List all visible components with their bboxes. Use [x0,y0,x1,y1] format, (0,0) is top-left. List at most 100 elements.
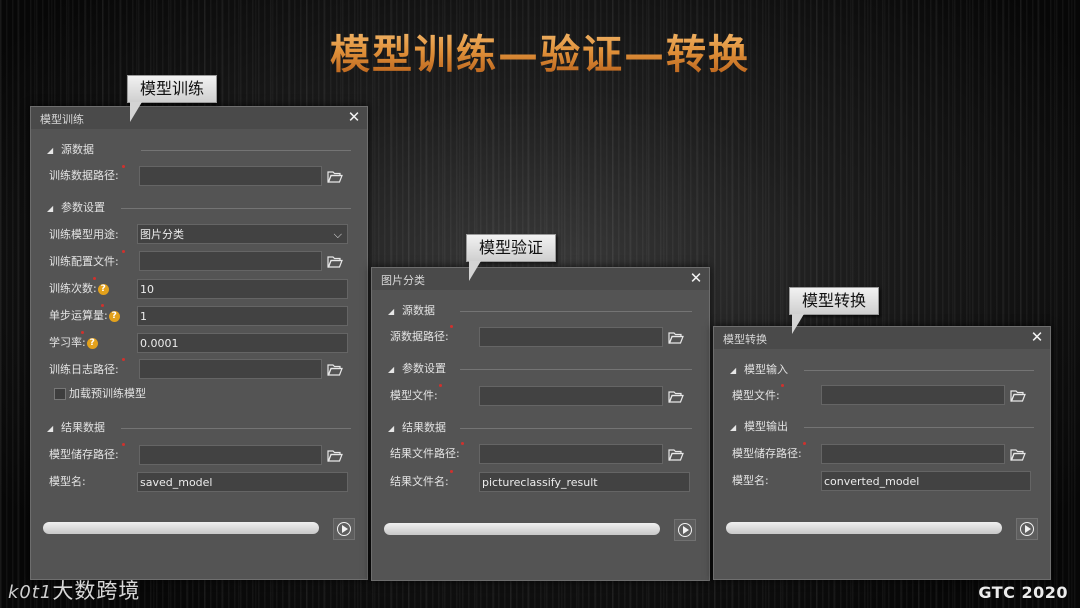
validate-dialog-titlebar: 图片分类 ✕ [372,268,709,290]
watermark-text: 大数跨境 [52,579,141,603]
play-icon [683,526,689,534]
folder-open-icon[interactable] [1010,389,1026,403]
section-divider [121,428,351,429]
question-circle-icon[interactable]: ? [97,283,109,295]
close-icon[interactable]: ✕ [687,269,705,287]
question-circle-icon[interactable]: ? [86,337,98,349]
section-divider [460,369,692,370]
required-mark [781,384,784,387]
gtc-logo: GTC 2020 [978,583,1068,602]
triangle-down-icon: ◢ [47,146,54,155]
section-divider [804,427,1034,428]
section-output[interactable]: ◢ 模型输出 [730,420,788,434]
run-button[interactable] [674,519,696,541]
save-path-label: 模型储存路径: [732,447,802,460]
watermark-mark: k0t1 [8,582,53,603]
folder-open-icon[interactable] [327,255,343,269]
folder-open-icon[interactable] [1010,448,1026,462]
question-circle-icon[interactable]: ? [108,310,120,322]
log-path-input[interactable] [139,359,322,379]
section-label: 源数据 [61,143,94,156]
lr-label-text: 学习率: [49,336,86,349]
model-file-label: 模型文件: [732,389,780,402]
source-path-input[interactable] [479,327,663,347]
section-input[interactable]: ◢ 模型输入 [730,363,788,377]
required-mark [101,304,104,307]
config-file-input[interactable] [139,251,322,271]
validate-dialog-title: 图片分类 [381,274,425,287]
triangle-down-icon: ◢ [730,366,737,375]
folder-open-icon[interactable] [668,331,684,345]
folder-open-icon[interactable] [327,170,343,184]
section-result[interactable]: ◢ 结果数据 [388,421,446,435]
folder-open-icon[interactable] [668,448,684,462]
callout-tail [792,314,804,334]
section-label: 模型输入 [744,363,788,376]
triangle-down-icon: ◢ [388,307,395,316]
footer-watermark: k0t1大数跨境 [8,575,140,605]
model-file-input[interactable] [479,386,663,406]
triangle-down-icon: ◢ [388,424,395,433]
triangle-down-icon: ◢ [388,365,395,374]
triangle-down-icon: ◢ [730,423,737,432]
folder-open-icon[interactable] [327,363,343,377]
result-name-input[interactable]: pictureclassify_result [479,472,690,492]
required-mark [122,165,125,168]
model-name-input[interactable]: saved_model [137,472,348,492]
batch-label-text: 单步运算量: [49,309,108,322]
save-path-label: 模型储存路径: [49,448,119,461]
callout-tail [130,102,142,122]
save-path-input[interactable] [821,444,1005,464]
epochs-input[interactable]: 10 [137,279,348,299]
section-label: 参数设置 [402,362,446,375]
section-divider [804,370,1034,371]
convert-dialog-titlebar: 模型转换 ✕ [714,327,1050,349]
convert-dialog: 模型转换 ✕ ◢ 模型输入 模型文件: ◢ 模型输出 模型储存路径: 模型名: co… [713,326,1051,580]
close-icon[interactable]: ✕ [345,108,363,126]
run-button[interactable] [1016,518,1038,540]
section-divider [460,311,692,312]
save-path-input[interactable] [139,445,322,465]
progress-bar [384,523,660,535]
callout-convert: 模型转换 [789,287,880,334]
section-result[interactable]: ◢ 结果数据 [47,421,105,435]
section-label: 源数据 [402,304,435,317]
required-mark [439,384,442,387]
log-path-label: 训练日志路径: [49,363,119,376]
source-path-label: 源数据路径: [390,330,449,343]
model-name-input[interactable]: converted_model [821,471,1031,491]
section-params[interactable]: ◢ 参数设置 [388,362,446,376]
section-divider [121,208,351,209]
callout-validate: 模型验证 [466,234,557,281]
required-mark [803,442,806,445]
result-path-input[interactable] [479,444,663,464]
required-mark [450,325,453,328]
callout-tail [469,261,481,281]
folder-open-icon[interactable] [327,449,343,463]
epochs-label-text: 训练次数: [49,282,97,295]
close-icon[interactable]: ✕ [1028,328,1046,346]
purpose-select[interactable]: 图片分类 ⌵ [137,224,348,244]
pretrained-checkbox[interactable] [54,388,66,400]
run-button[interactable] [333,518,355,540]
section-params[interactable]: ◢ 参数设置 [47,201,105,215]
model-file-input[interactable] [821,385,1005,405]
batch-label: 单步运算量:? [49,305,120,327]
lr-label: 学习率:? [49,332,98,354]
section-source[interactable]: ◢ 源数据 [47,143,94,157]
result-path-label: 结果文件路径: [390,447,460,460]
section-label: 结果数据 [61,421,105,434]
lr-input[interactable]: 0.0001 [137,333,348,353]
epochs-label: 训练次数:? [49,278,109,300]
purpose-label: 训练模型用途: [49,228,119,241]
triangle-down-icon: ◢ [47,204,54,213]
folder-open-icon[interactable] [668,390,684,404]
train-data-path-input[interactable] [139,166,322,186]
result-name-label: 结果文件名: [390,475,449,488]
callout-label: 模型转换 [802,291,867,310]
batch-input[interactable]: 1 [137,306,348,326]
model-name-label: 模型名: [732,474,769,487]
callout-label: 模型验证 [479,238,544,257]
section-source[interactable]: ◢ 源数据 [388,304,435,318]
validate-dialog: 图片分类 ✕ ◢ 源数据 源数据路径: ◢ 参数设置 模型文件: ◢ 结果数据 结果文… [371,267,710,581]
